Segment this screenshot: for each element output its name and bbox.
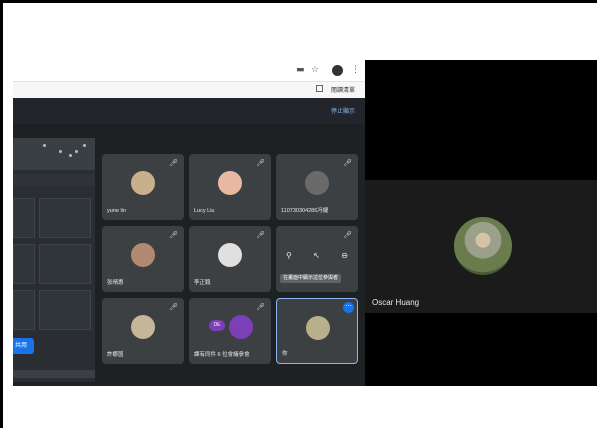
participant-name: yune lin — [107, 208, 126, 214]
video-pane: Oscar Huang — [365, 60, 597, 386]
stop-presenting-button[interactable]: 停止顯示 — [331, 106, 355, 115]
avatar — [131, 243, 155, 267]
avatar — [229, 315, 253, 339]
avatar — [131, 171, 155, 195]
tile-hover-controls: ⚲ ↖ ⊖ — [286, 251, 348, 263]
more-options-icon[interactable]: ⋯ — [343, 302, 354, 313]
preview-toolbar — [13, 138, 95, 170]
avatar — [218, 171, 242, 195]
participant-name: 許娜茵 — [107, 352, 124, 358]
remove-icon[interactable]: ⊖ — [341, 251, 348, 263]
bookmarks-bar: 閱讀清單 — [13, 82, 365, 98]
dot-icon — [43, 144, 46, 147]
mic-icon: 🎤︎ — [169, 303, 178, 311]
dot-icon — [75, 150, 78, 153]
dot-icon — [59, 150, 62, 153]
meet-top-bar: 停止顯示 — [13, 98, 365, 124]
participant-tile-self[interactable]: ⋯ 你 — [276, 298, 358, 364]
reading-list-icon[interactable] — [316, 85, 323, 92]
minus-icon[interactable]: ▬ — [296, 65, 305, 75]
avatar — [218, 243, 242, 267]
participant-tile[interactable]: 🎤︎ 110730304286冯婕 — [276, 154, 358, 220]
preview-tile — [13, 244, 35, 284]
preview-tile — [39, 244, 91, 284]
mic-icon: 🎤︎ — [169, 231, 178, 239]
participant-name: 张晴惠 — [107, 280, 124, 286]
pin-icon[interactable]: ⚲ — [286, 251, 292, 263]
mic-icon: 🎤︎ — [256, 303, 265, 311]
preview-tile — [13, 198, 35, 238]
dot-icon — [69, 154, 72, 157]
participant-tile[interactable]: 🎤︎ 許娜茵 — [102, 298, 184, 364]
avatar — [305, 171, 329, 195]
participant-name: 李正毅 — [194, 280, 211, 286]
shared-screen: ▬ ☆ ⋮ 閱讀清單 停止顯示 共用 🎤︎ yune lin 🎤︎ Lucy L… — [13, 60, 365, 386]
star-icon[interactable]: ☆ — [311, 65, 319, 75]
dot-icon — [83, 144, 86, 147]
participant-name: Lucy Liu — [194, 208, 215, 214]
avatar — [306, 316, 330, 340]
profile-avatar[interactable] — [332, 65, 343, 76]
mic-icon: 🎤︎ — [343, 231, 352, 239]
avatar — [131, 315, 155, 339]
preview-bottom-bar — [13, 370, 95, 378]
preview-subbar — [13, 174, 95, 186]
participant-tile-hover[interactable]: 🎤︎ ⚲ ↖ ⊖ 在畫面中顯示這位參與者 — [276, 226, 358, 292]
kebab-icon[interactable]: ⋮ — [351, 65, 360, 75]
speaker-avatar — [454, 217, 512, 275]
preview-tile — [39, 290, 91, 330]
participant-name: 110730304286冯婕 — [281, 208, 329, 214]
speaker-name: Oscar Huang — [372, 298, 420, 307]
mic-icon: 🎤︎ — [343, 159, 352, 167]
share-button[interactable]: 共用 — [13, 338, 34, 354]
participant-tile[interactable]: 🎤︎ 张晴惠 — [102, 226, 184, 292]
initials-badge: DE — [209, 320, 225, 331]
participant-name: 課有同件 6 位會議參會 — [194, 352, 250, 358]
tooltip: 在畫面中顯示這位參與者 — [280, 274, 342, 283]
cursor-icon: ↖ — [313, 251, 320, 260]
preview-tile — [39, 198, 91, 238]
mic-icon: 🎤︎ — [256, 231, 265, 239]
browser-toolbar: ▬ ☆ ⋮ — [13, 60, 365, 82]
reading-list-label[interactable]: 閱讀清單 — [331, 85, 355, 94]
speaker-tile[interactable]: Oscar Huang — [365, 180, 597, 313]
participant-name: 你 — [282, 351, 288, 357]
participant-tile[interactable]: 🎤︎ DE 課有同件 6 位會議參會 — [189, 298, 271, 364]
preview-tile — [13, 290, 35, 330]
mic-icon: 🎤︎ — [169, 159, 178, 167]
participant-tile[interactable]: 🎤︎ yune lin — [102, 154, 184, 220]
participant-tile[interactable]: 🎤︎ Lucy Liu — [189, 154, 271, 220]
mic-icon: 🎤︎ — [256, 159, 265, 167]
participant-tile[interactable]: 🎤︎ 李正毅 — [189, 226, 271, 292]
